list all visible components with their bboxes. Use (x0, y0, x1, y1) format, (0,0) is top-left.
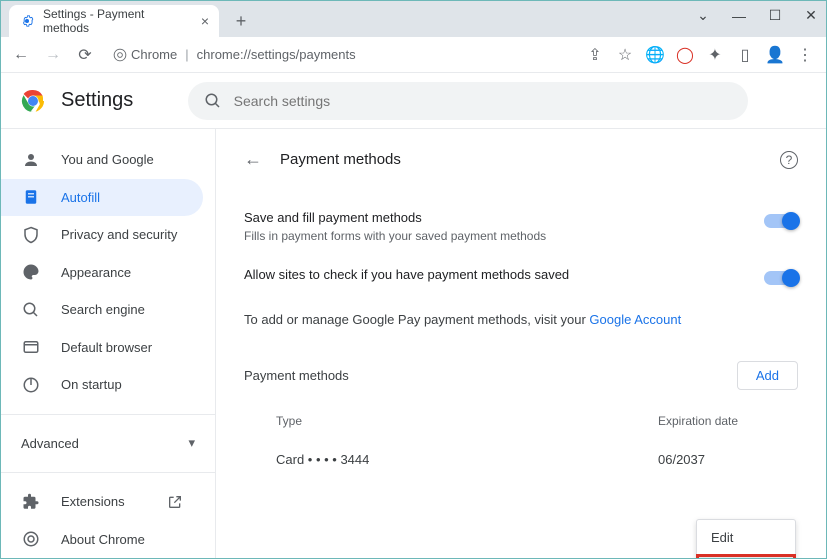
payment-row[interactable]: Card • • • • 3444 06/2037 (244, 436, 798, 483)
setting-title: Allow sites to check if you have payment… (244, 267, 764, 282)
extension-globe-icon[interactable]: 🌐 (646, 46, 664, 64)
chrome-logo-icon (21, 89, 45, 113)
sidebar-item-about-chrome[interactable]: About Chrome (1, 521, 203, 559)
section-title: Payment methods (280, 151, 762, 168)
external-link-icon (167, 494, 183, 510)
sidebar-label: About Chrome (61, 532, 145, 547)
window-controls: ⌄ — ☐ ✕ (694, 7, 820, 24)
sidebar-label: Appearance (61, 265, 131, 280)
puzzle-icon (21, 493, 41, 511)
autofill-icon (21, 188, 41, 206)
search-input[interactable] (234, 93, 732, 109)
settings-header: Settings (1, 73, 826, 129)
power-icon (21, 376, 41, 394)
browser-tab[interactable]: Settings - Payment methods × (9, 5, 219, 37)
menu-item-remove[interactable]: Remove (697, 555, 795, 558)
extensions-puzzle-icon[interactable]: ✦ (706, 46, 724, 64)
toggle-allow-check[interactable] (764, 271, 798, 285)
page-title: Settings (61, 89, 133, 112)
payment-methods-label: Payment methods (244, 368, 737, 383)
address-bar[interactable]: Chrome | chrome://settings/payments (105, 47, 578, 62)
menu-item-edit[interactable]: Edit (697, 520, 795, 555)
card-context-menu: Edit Remove (696, 519, 796, 558)
back-button[interactable]: ← (9, 43, 33, 67)
menu-dots-icon[interactable]: ⋮ (796, 46, 814, 64)
sidebar-label: Privacy and security (61, 227, 177, 242)
sidebar-item-on-startup[interactable]: On startup (1, 366, 203, 404)
sidebar-item-privacy[interactable]: Privacy and security (1, 216, 203, 254)
window-titlebar: Settings - Payment methods × + ⌄ — ☐ ✕ (1, 1, 826, 37)
browser-toolbar: ← → ⟳ Chrome | chrome://settings/payment… (1, 37, 826, 73)
sidebar-label: Autofill (61, 190, 100, 205)
card-type: Card • • • • 3444 (276, 452, 658, 467)
profile-avatar-icon[interactable]: 👤 (766, 46, 784, 64)
close-tab-icon[interactable]: × (201, 13, 209, 29)
sidebar-label: Default browser (61, 340, 152, 355)
extension-opera-icon[interactable]: ◯ (676, 46, 694, 64)
advanced-label: Advanced (21, 436, 79, 451)
minimize-icon[interactable]: — (730, 8, 748, 24)
sidebar-item-search-engine[interactable]: Search engine (1, 291, 203, 329)
close-window-icon[interactable]: ✕ (802, 7, 820, 24)
chevron-down-icon[interactable]: ⌄ (694, 7, 712, 24)
chrome-icon (21, 530, 41, 548)
sidebar-item-you-and-google[interactable]: You and Google (1, 141, 203, 179)
back-arrow-icon[interactable]: ← (244, 149, 262, 170)
th-expiration: Expiration date (658, 414, 798, 428)
sidepanel-icon[interactable]: ▯ (736, 46, 754, 64)
url-text: chrome://settings/payments (197, 47, 356, 62)
payment-table-header: Type Expiration date (244, 406, 798, 436)
setting-save-fill: Save and fill payment methods Fills in p… (244, 198, 798, 255)
sidebar-label: Search engine (61, 302, 145, 317)
new-tab-button[interactable]: + (227, 7, 255, 35)
settings-main: ← Payment methods ? Save and fill paymen… (216, 129, 826, 558)
sidebar-label: You and Google (61, 152, 154, 167)
sidebar-item-default-browser[interactable]: Default browser (1, 329, 203, 367)
help-icon[interactable]: ? (780, 151, 798, 169)
settings-sidebar: You and Google Autofill Privacy and secu… (1, 129, 216, 558)
maximize-icon[interactable]: ☐ (766, 7, 784, 24)
setting-title: Save and fill payment methods (244, 210, 764, 225)
google-pay-hint: To add or manage Google Pay payment meth… (244, 298, 798, 355)
sidebar-item-appearance[interactable]: Appearance (1, 254, 203, 292)
google-account-link[interactable]: Google Account (589, 312, 681, 327)
person-icon (21, 151, 41, 169)
sidebar-item-autofill[interactable]: Autofill (1, 179, 203, 217)
bookmark-star-icon[interactable]: ☆ (616, 46, 634, 64)
tab-title: Settings - Payment methods (43, 7, 193, 35)
setting-desc: Fills in payment forms with your saved p… (244, 229, 764, 243)
add-button[interactable]: Add (737, 361, 798, 390)
search-icon (204, 92, 222, 110)
toggle-save-fill[interactable] (764, 214, 798, 228)
forward-button[interactable]: → (41, 43, 65, 67)
setting-allow-check: Allow sites to check if you have payment… (244, 255, 798, 298)
sidebar-advanced-toggle[interactable]: Advanced ▾ (1, 425, 215, 463)
reload-button[interactable]: ⟳ (73, 43, 97, 67)
share-icon[interactable]: ⇪ (586, 46, 604, 64)
chrome-security-icon: Chrome (113, 47, 177, 62)
sidebar-item-extensions[interactable]: Extensions (1, 483, 203, 521)
card-expiration: 06/2037 (658, 452, 798, 467)
chevron-down-icon: ▾ (188, 435, 195, 451)
search-icon (21, 301, 41, 319)
sidebar-label: Extensions (61, 494, 125, 509)
settings-gear-icon (19, 13, 35, 29)
th-type: Type (276, 414, 658, 428)
browser-icon (21, 338, 41, 356)
sidebar-label: On startup (61, 377, 122, 392)
shield-icon (21, 226, 41, 244)
palette-icon (21, 263, 41, 281)
toolbar-actions: ⇪ ☆ 🌐 ◯ ✦ ▯ 👤 ⋮ (586, 46, 818, 64)
settings-search[interactable] (188, 82, 748, 120)
